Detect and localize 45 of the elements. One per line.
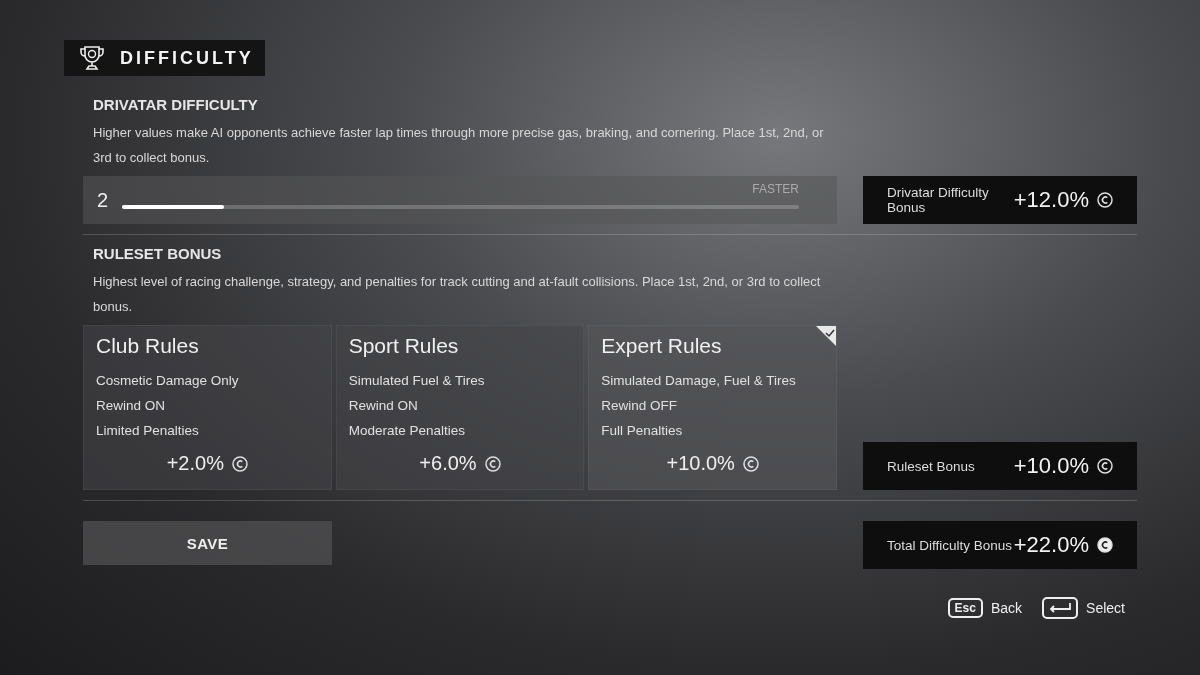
page-title: DIFFICULTY bbox=[120, 47, 254, 69]
rule-line: Rewind ON bbox=[96, 397, 167, 415]
credit-icon bbox=[742, 455, 759, 472]
credit-icon bbox=[1097, 192, 1113, 208]
rule-line: Cosmetic Damage Only bbox=[96, 372, 240, 390]
trophy-icon bbox=[78, 44, 106, 72]
section-description: Highest level of racing challenge, strategy, and penalties for track cutting and at-fault collisions. Place 1st, 2nd, or 3rd to collect bonus. bbox=[92, 273, 822, 316]
section-heading: DRIVATAR DIFFICULTY bbox=[92, 95, 259, 115]
bonus-value: +12.0% bbox=[1013, 187, 1089, 213]
enter-key-icon[interactable] bbox=[1042, 597, 1079, 619]
card-bonus: +6.0% bbox=[419, 452, 477, 475]
rule-line: Moderate Penalties bbox=[348, 422, 466, 440]
rule-line: Full Penalties bbox=[601, 422, 684, 440]
card-title: Club Rules bbox=[96, 334, 200, 358]
bonus-label: Ruleset Bonus bbox=[887, 458, 976, 474]
card-bonus: +10.0% bbox=[666, 452, 735, 475]
card-title: Sport Rules bbox=[348, 334, 460, 358]
difficulty-slider[interactable]: 2 FASTER bbox=[83, 176, 837, 224]
slider-value: 2 bbox=[97, 188, 109, 212]
card-bonus: +2.0% bbox=[166, 452, 224, 475]
hint-label: Select bbox=[1086, 600, 1125, 616]
keyboard-key[interactable]: Esc bbox=[947, 598, 983, 618]
section-description: Higher values make AI opponents achieve faster lap times through more precise gas, braking, and cornering. Place 1st, 2nd, or 3rd to collect bonus. bbox=[92, 124, 825, 167]
rule-line: Rewind ON bbox=[348, 397, 419, 415]
hint-label: Back bbox=[990, 600, 1023, 616]
section-heading: RULESET BONUS bbox=[92, 244, 223, 264]
rule-line: Simulated Damage, Fuel & Tires bbox=[601, 372, 797, 390]
ruleset-card[interactable]: Expert Rules Simulated Damage, Fuel & Tires Rewind OFF Full Penalties +10.0% bbox=[588, 325, 837, 490]
bonus-value: +22.0% bbox=[1013, 532, 1089, 558]
rule-line: Simulated Fuel & Tires bbox=[348, 372, 486, 390]
credit-icon bbox=[484, 455, 501, 472]
credit-icon bbox=[1097, 458, 1113, 474]
credit-icon bbox=[1097, 537, 1113, 553]
save-button[interactable]: SAVE bbox=[83, 521, 332, 565]
credit-icon bbox=[231, 455, 248, 472]
rule-line: Rewind OFF bbox=[601, 397, 679, 415]
bonus-value: +10.0% bbox=[1013, 453, 1089, 479]
bonus-label: Drivatar Difficulty Bonus bbox=[887, 185, 990, 215]
ruleset-card[interactable]: Club Rules Cosmetic Damage Only Rewind ON Limited Penalties +2.0% bbox=[83, 325, 332, 490]
bonus-label: Total Difficulty Bonus bbox=[887, 537, 1014, 553]
card-title: Expert Rules bbox=[601, 334, 723, 358]
rule-line: Limited Penalties bbox=[96, 422, 200, 440]
selected-check-icon bbox=[816, 326, 836, 346]
slider-end-label: FASTER bbox=[752, 182, 799, 196]
ruleset-card[interactable]: Sport Rules Simulated Fuel & Tires Rewind ON Moderate Penalties +6.0% bbox=[335, 325, 585, 490]
